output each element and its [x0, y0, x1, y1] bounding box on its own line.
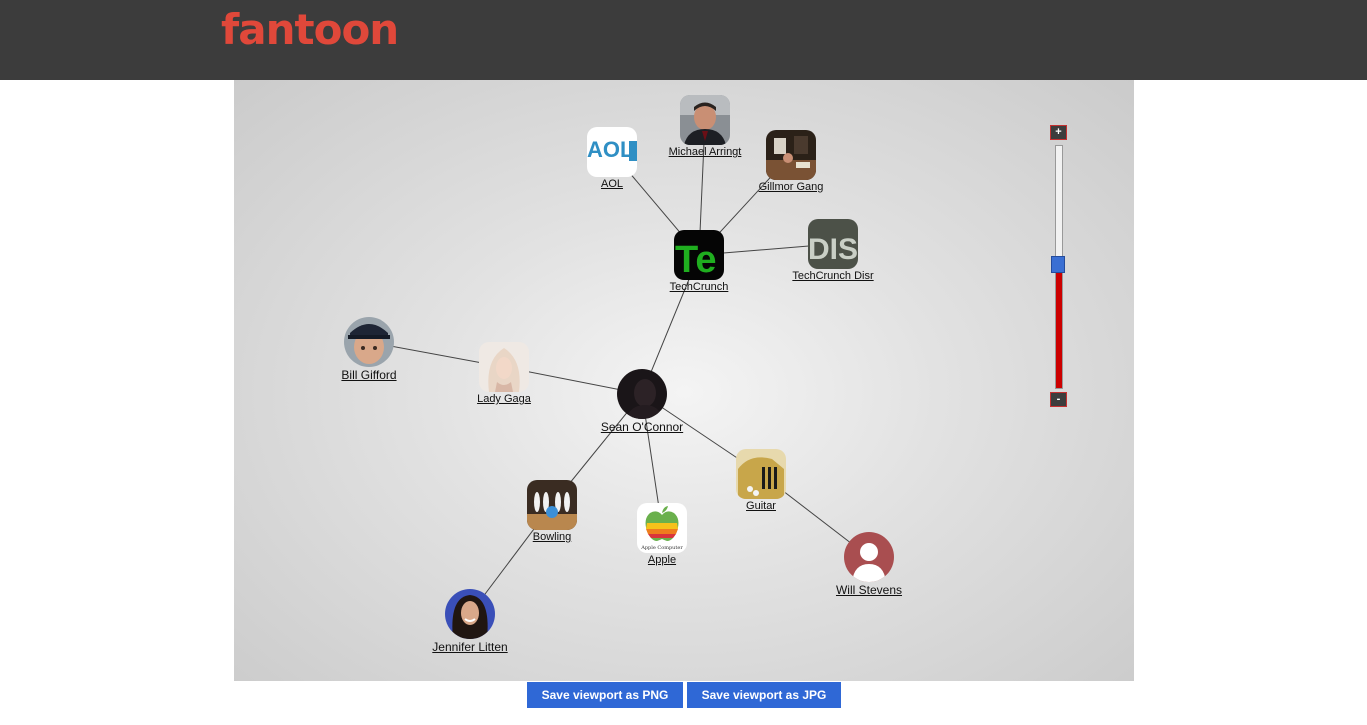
zoom-out-button[interactable]: - [1050, 392, 1067, 407]
techcrunch-disrupt-avatar-text: DIS [808, 233, 858, 266]
techcrunch-avatar: Te [674, 230, 724, 280]
node-bill-gifford[interactable]: Bill Gifford [309, 317, 429, 382]
node-lady-gaga[interactable]: Lady Gaga [444, 342, 564, 406]
node-will-stevens[interactable]: Will Stevens [809, 532, 929, 597]
bowling-avatar [527, 480, 577, 530]
node-techcrunch-disrupt[interactable]: DIS TechCrunch Disr [773, 219, 893, 283]
node-label[interactable]: Sean O'Connor [582, 420, 702, 434]
node-gillmor-gang[interactable]: Gillmor Gang [731, 130, 851, 194]
node-label[interactable]: Bill Gifford [309, 368, 429, 382]
zoom-slider-handle[interactable] [1051, 256, 1065, 273]
node-aol[interactable]: AOL AOL [552, 127, 672, 191]
aol-avatar-text: AOL [587, 137, 633, 162]
user-placeholder-icon [844, 532, 894, 582]
node-apple[interactable]: Apple Computer Apple [602, 503, 722, 567]
node-label[interactable]: Jennifer Litten [410, 640, 530, 654]
node-label[interactable]: Bowling [492, 531, 612, 544]
fantoon-logo[interactable]: fantoon [221, 6, 399, 54]
node-label[interactable]: AOL [552, 178, 672, 191]
zoom-control: + - [1050, 125, 1068, 409]
apple-avatar: Apple Computer [637, 503, 687, 553]
guitar-avatar [736, 449, 786, 499]
node-techcrunch[interactable]: Te TechCrunch [639, 230, 759, 294]
bill-gifford-avatar [344, 317, 394, 367]
node-bowling[interactable]: Bowling [492, 480, 612, 544]
aol-avatar: AOL [587, 127, 637, 177]
node-label[interactable]: Apple [602, 554, 722, 567]
graph-viewport[interactable]: Michael Arringt AOL AOL Gillmor Gang Te … [234, 80, 1134, 681]
gillmor-gang-avatar [766, 130, 816, 180]
apple-avatar-text: Apple Computer [640, 545, 683, 551]
save-png-button[interactable]: Save viewport as PNG [527, 682, 683, 708]
sean-oconnor-avatar [617, 369, 667, 419]
techcrunch-avatar-text: Te [675, 239, 717, 280]
node-label[interactable]: Lady Gaga [444, 393, 564, 406]
node-sean-oconnor[interactable]: Sean O'Connor [582, 369, 702, 434]
michael-arrington-avatar [680, 95, 730, 145]
jennifer-litten-avatar [445, 589, 495, 639]
zoom-in-button[interactable]: + [1050, 125, 1067, 140]
top-bar: fantoon [0, 0, 1367, 80]
zoom-level-fill [1056, 273, 1062, 388]
techcrunch-disrupt-avatar: DIS [808, 219, 858, 269]
lady-gaga-avatar [479, 342, 529, 392]
save-jpg-button[interactable]: Save viewport as JPG [687, 682, 841, 708]
node-jennifer-litten[interactable]: Jennifer Litten [410, 589, 530, 654]
node-label[interactable]: Gillmor Gang [731, 181, 851, 194]
node-label[interactable]: Will Stevens [809, 583, 929, 597]
node-label[interactable]: TechCrunch Disr [773, 270, 893, 283]
node-label[interactable]: TechCrunch [639, 281, 759, 294]
